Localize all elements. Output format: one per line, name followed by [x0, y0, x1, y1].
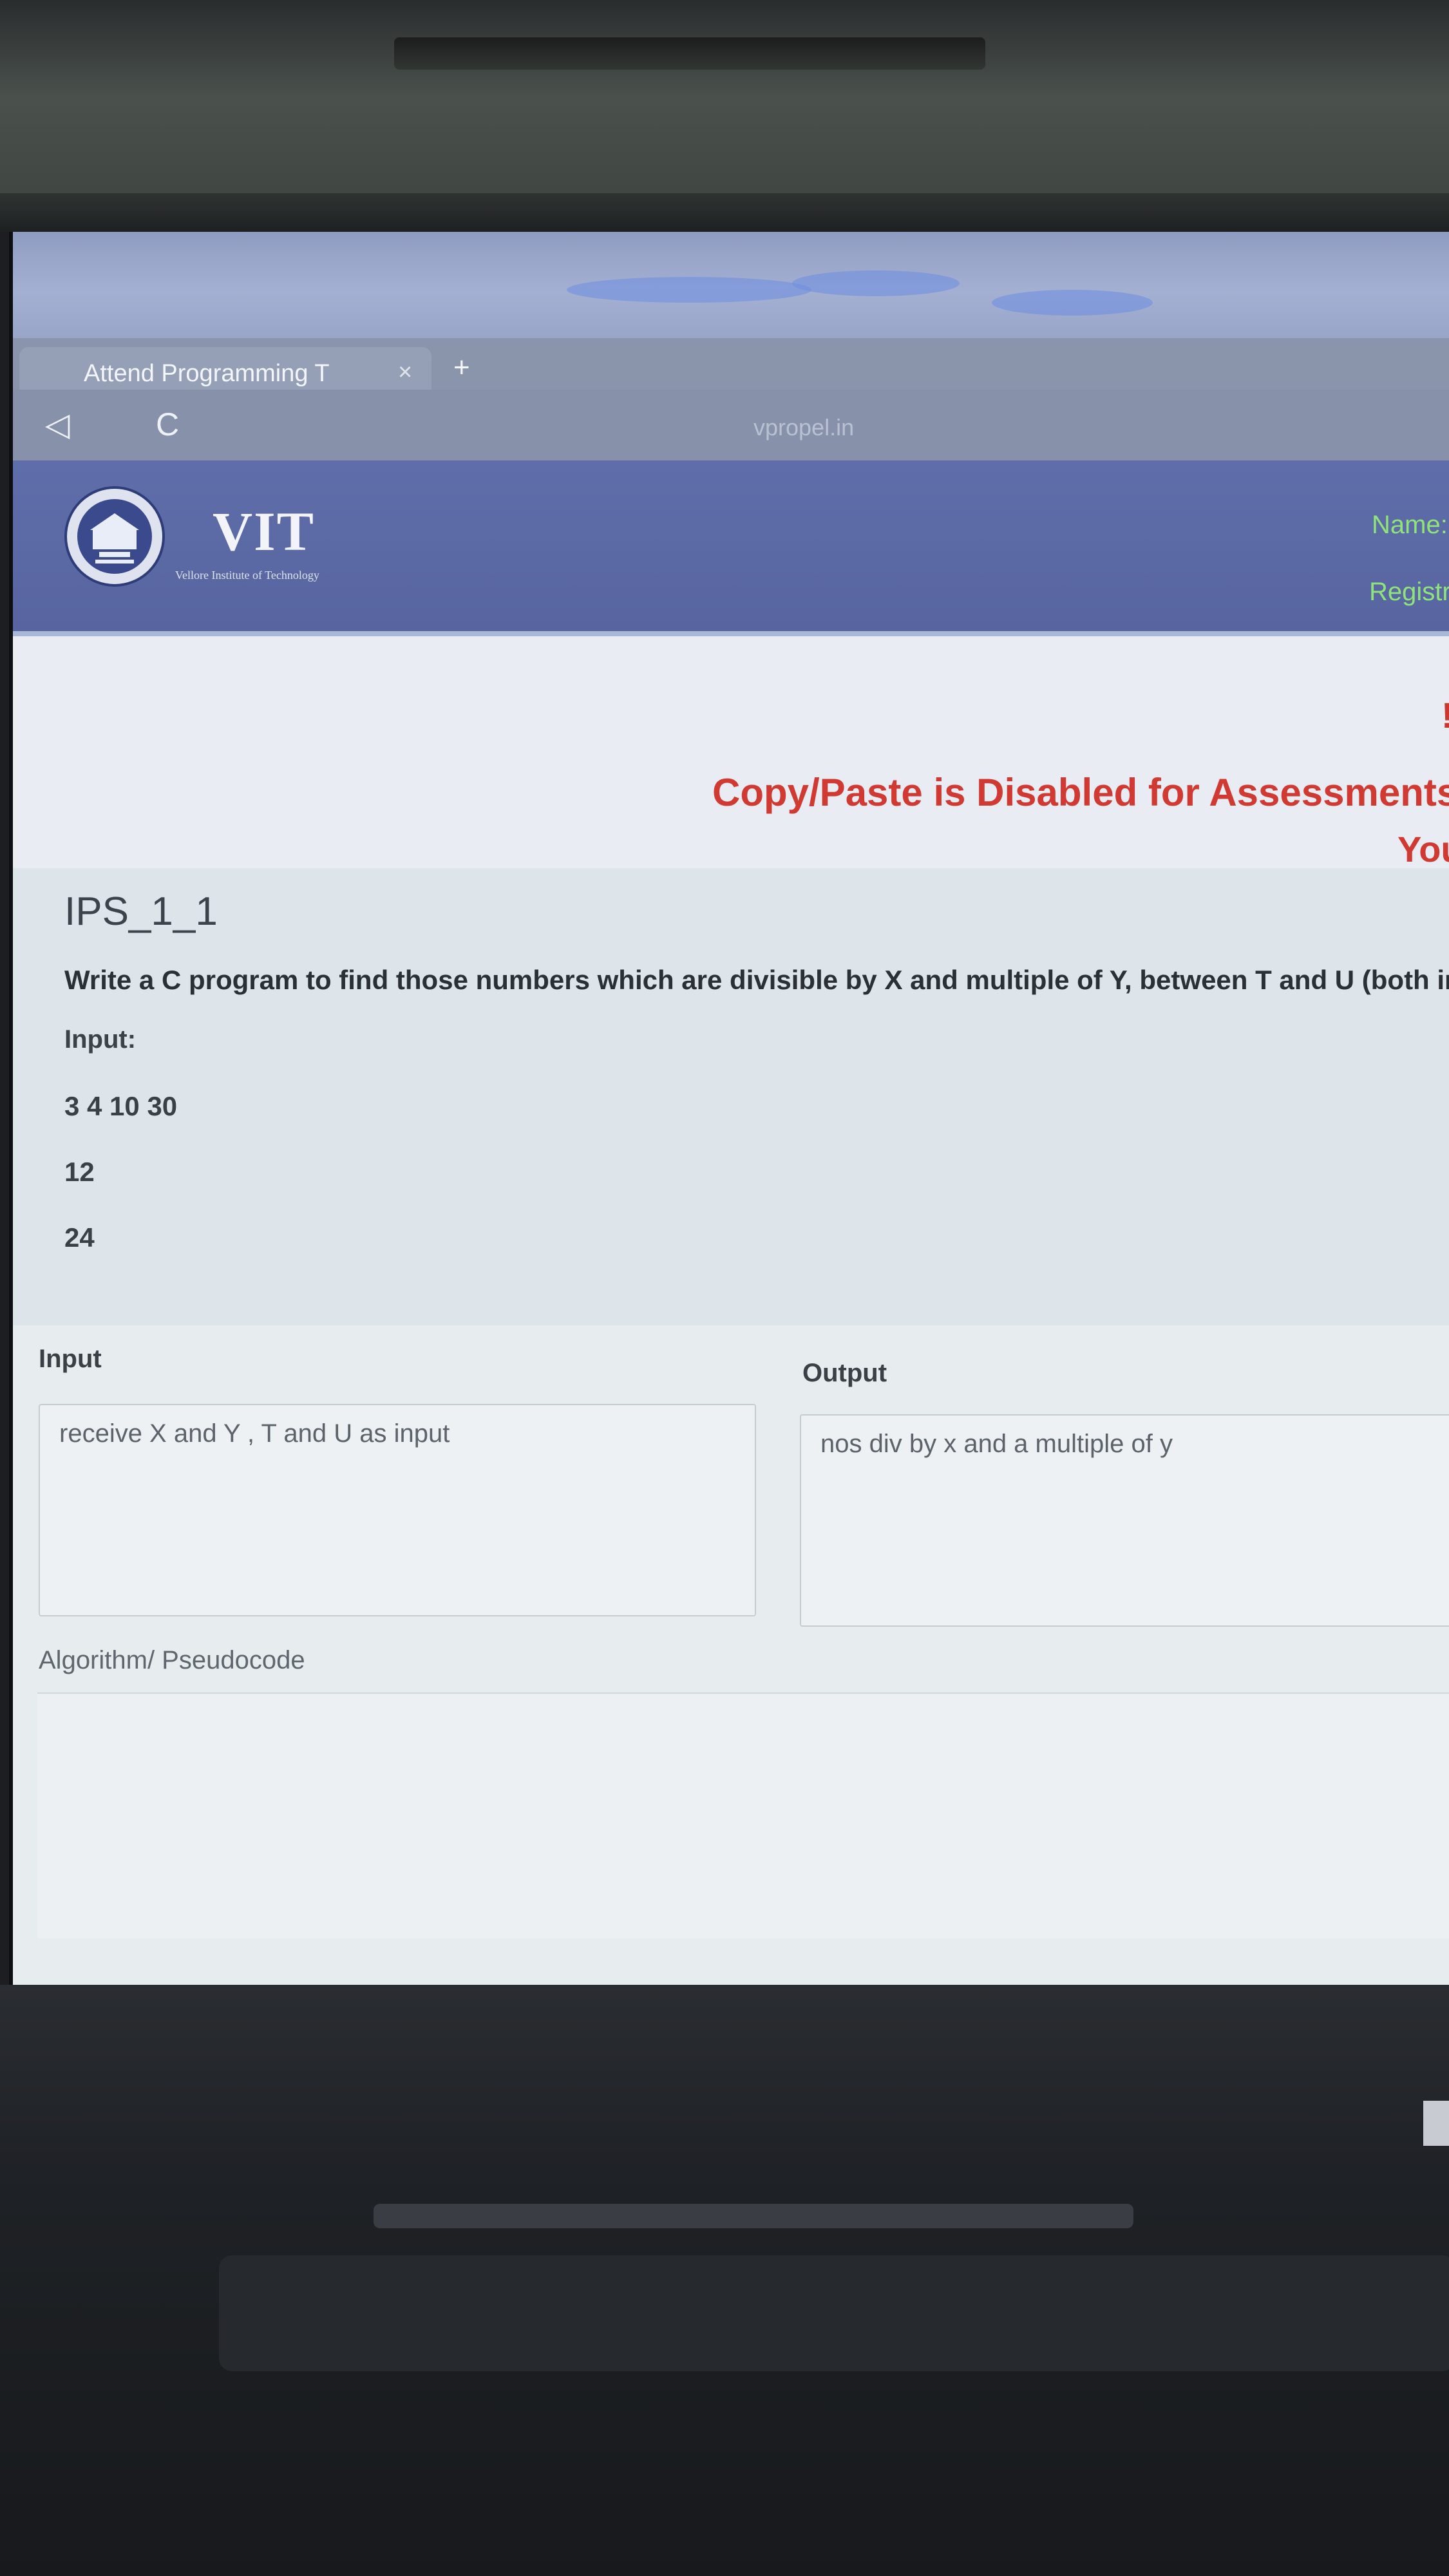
output-field-label: Output: [802, 1359, 887, 1387]
vit-seal-logo: [64, 486, 165, 587]
site-header: VIT Vellore Institute of Technology Name…: [13, 460, 1449, 636]
browser-tab-bar: Attend Programming T × +: [13, 338, 1449, 390]
keyboard-deck: [219, 2255, 1449, 2371]
brand-name: VIT: [213, 500, 315, 562]
notice-line-2: You: [1397, 829, 1449, 869]
registration-label: Registra: [1369, 578, 1449, 606]
input-field-label: Input: [39, 1345, 102, 1373]
wallpaper-decor: [992, 290, 1153, 316]
question-title: IPS_1_1: [64, 889, 218, 934]
notice-line-1: Copy/Paste is Disabled for Assessments.: [712, 771, 1449, 814]
copy-paste-notice: ! Copy/Paste is Disabled for Assessments…: [13, 636, 1449, 869]
back-icon[interactable]: ◁: [45, 406, 70, 442]
browser-toolbar: ◁ C vpropel.in: [13, 390, 1449, 460]
keyboard-key: [1423, 2101, 1449, 2146]
new-tab-icon[interactable]: +: [453, 354, 470, 382]
laptop-bottom-bezel: [0, 1985, 1449, 2576]
input-textarea-value: receive X and Y , T and U as input: [59, 1419, 450, 1448]
response-panel: Input receive X and Y , T and U as input…: [13, 1325, 1449, 1985]
input-textarea[interactable]: receive X and Y , T and U as input: [39, 1404, 756, 1616]
warning-mark: !: [1441, 694, 1449, 736]
algorithm-textarea[interactable]: [37, 1692, 1449, 1938]
output-textarea-value: nos div by x and a multiple of y: [820, 1430, 1173, 1458]
question-text: Write a C program to find those numbers …: [64, 965, 1449, 995]
desktop-wallpaper: [13, 232, 1449, 341]
wallpaper-decor: [792, 270, 960, 296]
address-bar[interactable]: vpropel.in: [753, 414, 854, 441]
webcam-strip: [394, 37, 985, 70]
sample-input-line: 24: [64, 1222, 95, 1253]
tab-close-icon[interactable]: ×: [398, 359, 412, 386]
wallpaper-decor: [567, 277, 811, 303]
sample-input-label: Input:: [64, 1025, 137, 1054]
reload-icon[interactable]: C: [156, 406, 179, 442]
tab-title: Attend Programming T: [84, 360, 330, 387]
browser-tab[interactable]: Attend Programming T ×: [19, 347, 431, 390]
user-name-label: Name:: [1372, 511, 1448, 539]
output-textarea[interactable]: nos div by x and a multiple of y: [800, 1414, 1449, 1627]
algorithm-field-label: Algorithm/ Pseudocode: [39, 1646, 305, 1674]
question-panel: IPS_1_1 Write a C program to find those …: [13, 868, 1449, 1325]
laptop-top-bezel: [0, 0, 1449, 232]
brand-subtitle: Vellore Institute of Technology: [175, 569, 319, 582]
laptop-hinge: [374, 2204, 1133, 2228]
laptop-screen: Attend Programming T × + ◁ C vpropel.in …: [9, 232, 1449, 1985]
sample-input-line: 3 4 10 30: [64, 1091, 178, 1121]
sample-input-line: 12: [64, 1157, 95, 1187]
bezel-edge: [0, 193, 1449, 232]
